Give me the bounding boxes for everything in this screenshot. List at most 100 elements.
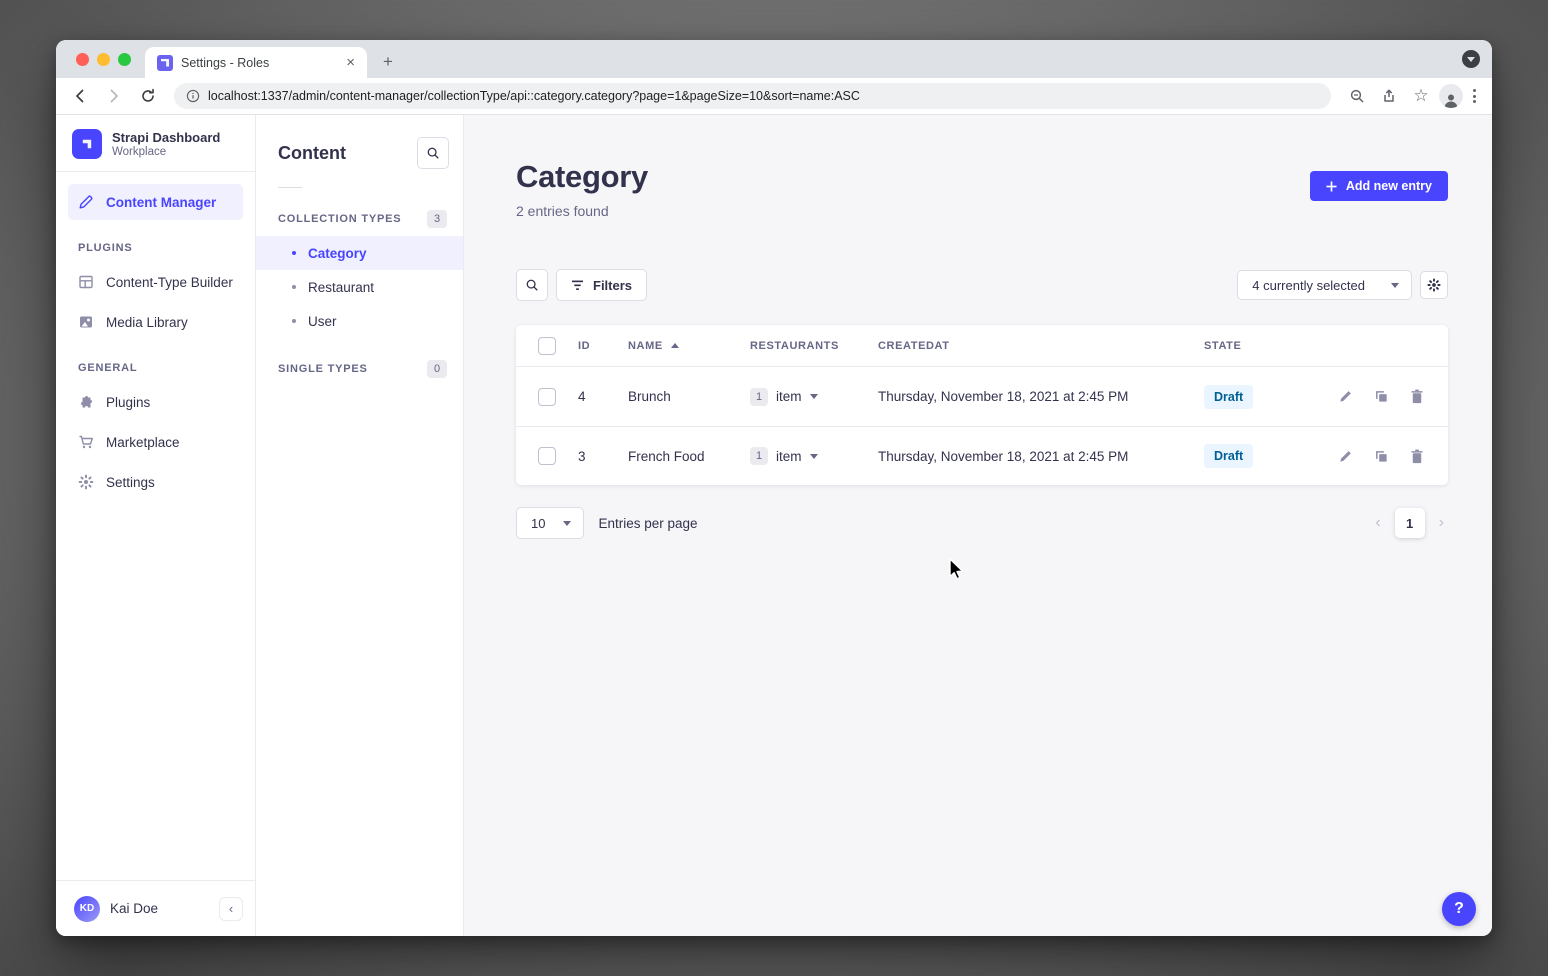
cell-name: Brunch xyxy=(628,389,750,404)
user-avatar[interactable]: KD xyxy=(74,896,100,922)
edit-button[interactable] xyxy=(1334,386,1356,408)
page-number-current[interactable]: 1 xyxy=(1395,508,1425,538)
reload-icon xyxy=(140,88,156,104)
add-new-entry-button[interactable]: Add new entry xyxy=(1310,171,1448,201)
delete-button[interactable] xyxy=(1406,445,1428,467)
entries-count: 2 entries found xyxy=(516,203,648,219)
browser-profile-avatar[interactable] xyxy=(1439,84,1463,108)
search-icon xyxy=(426,146,440,160)
subnav-item-user[interactable]: User xyxy=(256,304,463,338)
duplicate-button[interactable] xyxy=(1370,445,1392,467)
sidebar-item-plugins[interactable]: Plugins xyxy=(68,384,243,420)
bullet-icon xyxy=(292,319,296,323)
duplicate-icon xyxy=(1374,449,1389,464)
row-checkbox[interactable] xyxy=(538,388,556,406)
browser-window: Settings - Roles × + localhost:1337/admi… xyxy=(56,40,1492,936)
previous-page-button[interactable]: ‹ xyxy=(1371,514,1384,532)
share-icon xyxy=(1381,88,1397,104)
collapse-sidebar-button[interactable]: ‹ xyxy=(219,897,243,921)
zoom-button[interactable] xyxy=(1343,82,1371,110)
sidebar-item-content-type-builder[interactable]: Content-Type Builder xyxy=(68,264,243,300)
tab-close-icon[interactable]: × xyxy=(344,55,357,70)
chevron-left-icon: ‹ xyxy=(229,901,233,916)
share-button[interactable] xyxy=(1375,82,1403,110)
duplicate-button[interactable] xyxy=(1370,386,1392,408)
gear-icon xyxy=(78,474,94,490)
entries-table: ID NAME RESTAURANTS CREATEDAT STATE 4 xyxy=(516,325,1448,485)
new-tab-button[interactable]: + xyxy=(375,49,401,75)
pencil-icon xyxy=(1338,389,1353,404)
cell-id: 3 xyxy=(578,449,628,464)
subnav-item-restaurant[interactable]: Restaurant xyxy=(256,270,463,304)
cell-id: 4 xyxy=(578,389,628,404)
divider xyxy=(56,171,255,172)
view-settings-button[interactable] xyxy=(1420,271,1448,299)
collection-types-header: COLLECTION TYPES 3 xyxy=(256,202,463,236)
sidebar-item-content-manager[interactable]: Content Manager xyxy=(68,184,243,220)
sidebar-item-settings[interactable]: Settings xyxy=(68,464,243,500)
sidebar-item-label: Content Manager xyxy=(106,195,216,210)
cell-createdat: Thursday, November 18, 2021 at 2:45 PM xyxy=(878,449,1204,464)
desktop-background: Settings - Roles × + localhost:1337/admi… xyxy=(0,0,1548,976)
chevron-down-icon xyxy=(1467,57,1475,62)
browser-toolbar: localhost:1337/admin/content-manager/col… xyxy=(56,78,1492,115)
column-header-state[interactable]: STATE xyxy=(1204,340,1334,352)
help-button[interactable]: ? xyxy=(1442,892,1476,926)
column-header-createdat[interactable]: CREATEDAT xyxy=(878,340,1204,352)
select-all-checkbox[interactable] xyxy=(538,337,556,355)
back-button[interactable] xyxy=(66,82,94,110)
minimize-window-button[interactable] xyxy=(97,53,110,66)
column-header-name[interactable]: NAME xyxy=(628,340,750,352)
chevron-down-icon xyxy=(563,521,571,526)
cart-icon xyxy=(78,434,94,450)
chevron-left-icon: ‹ xyxy=(1375,514,1380,531)
delete-button[interactable] xyxy=(1406,386,1428,408)
sidebar-item-label: Media Library xyxy=(106,315,188,330)
sidebar-item-label: Content-Type Builder xyxy=(106,275,233,290)
forward-button[interactable] xyxy=(100,82,128,110)
puzzle-icon xyxy=(78,394,94,410)
question-mark-icon: ? xyxy=(1454,900,1464,918)
cell-restaurants[interactable]: 1 item xyxy=(750,447,878,465)
workspace-name: Workplace xyxy=(112,146,220,158)
page-size-select[interactable]: 10 xyxy=(516,507,584,539)
next-page-button[interactable]: › xyxy=(1435,514,1448,532)
column-header-restaurants[interactable]: RESTAURANTS xyxy=(750,340,878,352)
sidebar-section-plugins: PLUGINS xyxy=(56,222,255,262)
pagination: ‹ 1 › xyxy=(1371,508,1448,538)
table-row[interactable]: 4 Brunch 1 item Thursday, November 18, 2… xyxy=(516,367,1448,426)
browser-tab[interactable]: Settings - Roles × xyxy=(145,47,367,78)
window-controls xyxy=(56,40,145,78)
fields-selected-dropdown[interactable]: 4 currently selected xyxy=(1237,270,1412,300)
row-checkbox[interactable] xyxy=(538,447,556,465)
forward-arrow-icon xyxy=(106,88,122,104)
person-icon xyxy=(1442,92,1460,108)
table-row[interactable]: 3 French Food 1 item Thursday, November … xyxy=(516,426,1448,485)
chevron-right-icon: › xyxy=(1439,514,1444,531)
close-window-button[interactable] xyxy=(76,53,89,66)
table-search-button[interactable] xyxy=(516,269,548,301)
sidebar-section-general: GENERAL xyxy=(56,342,255,382)
edit-button[interactable] xyxy=(1334,445,1356,467)
tab-search-button[interactable] xyxy=(1462,50,1480,68)
subnav-search-button[interactable] xyxy=(417,137,449,169)
search-icon xyxy=(525,278,539,292)
browser-menu-button[interactable] xyxy=(1467,85,1482,107)
column-header-id[interactable]: ID xyxy=(578,340,628,352)
reload-button[interactable] xyxy=(134,82,162,110)
toolbar-actions: ☆ xyxy=(1343,82,1482,110)
cell-createdat: Thursday, November 18, 2021 at 2:45 PM xyxy=(878,389,1204,404)
chevron-down-icon xyxy=(810,454,818,459)
subnav-item-category[interactable]: Category xyxy=(256,236,463,270)
fullscreen-window-button[interactable] xyxy=(118,53,131,66)
workspace-switcher[interactable]: Strapi Dashboard Workplace xyxy=(56,115,255,171)
filters-button[interactable]: Filters xyxy=(556,269,647,301)
site-info-icon[interactable] xyxy=(186,89,200,103)
user-area: KD Kai Doe ‹ xyxy=(56,880,255,936)
bookmark-button[interactable]: ☆ xyxy=(1407,82,1435,110)
sidebar-item-marketplace[interactable]: Marketplace xyxy=(68,424,243,460)
cell-restaurants[interactable]: 1 item xyxy=(750,388,878,406)
content-subnav: Content COLLECTION TYPES 3 Category Res xyxy=(256,115,464,936)
sidebar-item-media-library[interactable]: Media Library xyxy=(68,304,243,340)
url-bar[interactable]: localhost:1337/admin/content-manager/col… xyxy=(174,83,1331,109)
